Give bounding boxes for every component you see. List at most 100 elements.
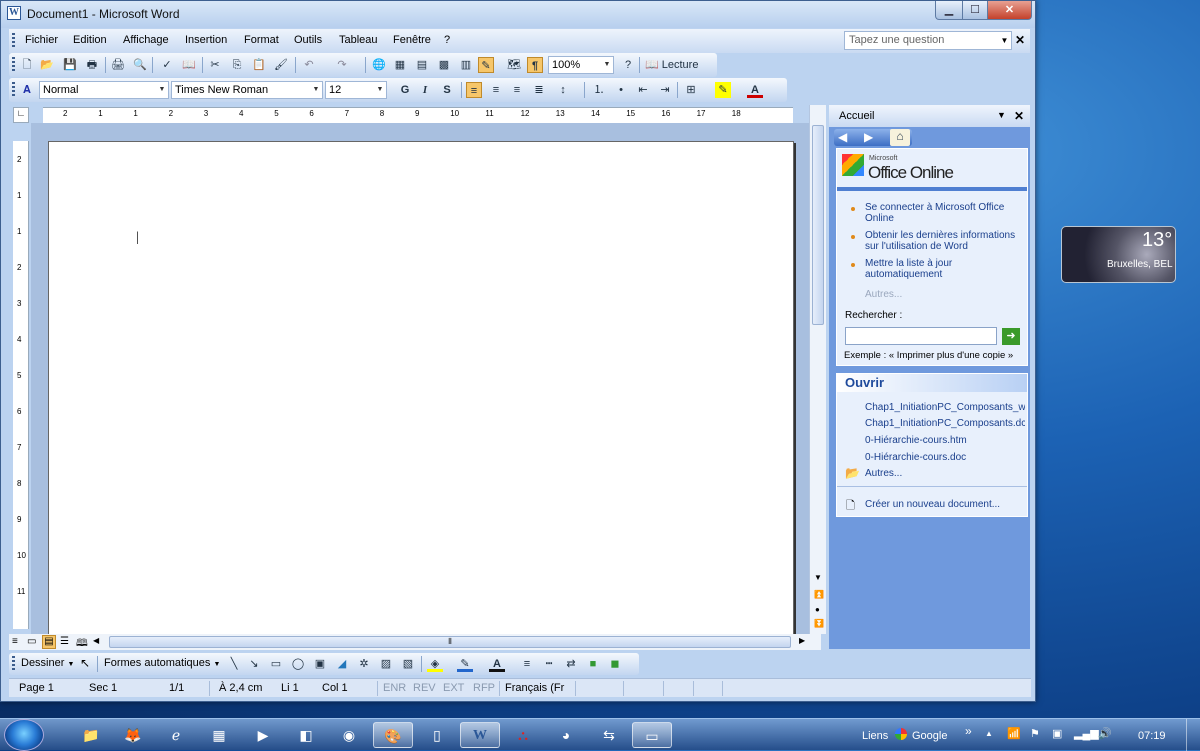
google-link[interactable]: Google	[912, 730, 947, 742]
link-update-list[interactable]: Mettre la liste à jour automatiquement	[865, 258, 1025, 280]
minimize-button[interactable]: ▁	[935, 1, 963, 20]
clipart-icon[interactable]: ▨	[378, 656, 394, 672]
menu-edition[interactable]: Edition	[73, 34, 107, 46]
font-size-select[interactable]: 12 ▼	[325, 81, 387, 99]
spelling-icon[interactable]: ✓	[159, 57, 175, 73]
search-go-icon[interactable]: ➜	[1002, 328, 1020, 345]
cut-icon[interactable]: ✂	[207, 57, 223, 73]
pane-menu-icon[interactable]: ▼	[997, 110, 1006, 120]
document-page[interactable]	[48, 141, 794, 636]
help-icon[interactable]: ?	[620, 57, 636, 73]
scroll-down-icon[interactable]: ▼	[814, 573, 822, 582]
explorer-icon[interactable]: 📁	[78, 722, 104, 748]
menu-outils[interactable]: Outils	[294, 34, 322, 46]
normal-view-icon[interactable]: ≡	[12, 636, 18, 647]
print-layout-icon[interactable]: ▤	[42, 635, 56, 649]
app-window-icon[interactable]: ▭	[632, 722, 672, 748]
redo-icon[interactable]: ↷	[334, 57, 350, 73]
help-dropdown-icon[interactable]: ▼	[998, 32, 1011, 49]
forward-icon[interactable]: ▶	[864, 130, 873, 144]
font-color-icon[interactable]: A	[489, 656, 505, 672]
bullets-icon[interactable]: •	[613, 82, 629, 98]
document-map-icon[interactable]: 🗺	[506, 57, 522, 73]
wordart-icon[interactable]: ◢	[334, 656, 350, 672]
start-button[interactable]	[4, 719, 44, 751]
decrease-indent-icon[interactable]: ⇤	[635, 82, 651, 98]
undo-icon[interactable]: ↶	[301, 57, 317, 73]
arrow-style-icon[interactable]: ⇄	[563, 656, 579, 672]
status-record[interactable]: ENR	[383, 682, 406, 694]
word-taskbar-icon[interactable]: W	[460, 722, 500, 748]
close-document-icon[interactable]: ✕	[1015, 33, 1025, 47]
toolbar-grip[interactable]	[12, 33, 15, 49]
paint-icon[interactable]: 🎨	[373, 722, 413, 748]
signal-icon[interactable]: ▂▄▆	[1074, 727, 1099, 740]
volume-icon[interactable]: 🔊	[1098, 727, 1112, 740]
web-view-icon[interactable]: ▭	[27, 636, 36, 647]
tab-selector[interactable]: ∟	[13, 107, 29, 123]
next-page-icon[interactable]: ⏬	[814, 619, 824, 628]
search-input[interactable]	[845, 327, 997, 345]
tables-borders-icon[interactable]: ▦	[392, 57, 408, 73]
toolbar-grip[interactable]	[12, 656, 15, 672]
drawing-icon[interactable]: ✎	[478, 57, 494, 73]
scroll-thumb[interactable]	[812, 125, 824, 325]
title-bar[interactable]: W Document1 - Microsoft Word ▁ ☐ ✕	[1, 1, 1035, 28]
open-more-link[interactable]: Autres...	[865, 468, 902, 479]
style-select[interactable]: Normal ▼	[39, 81, 169, 99]
menu-insertion[interactable]: Insertion	[185, 34, 227, 46]
insert-table-icon[interactable]: ▤	[414, 57, 430, 73]
menu-format[interactable]: Format	[244, 34, 279, 46]
status-revisions[interactable]: REV	[413, 682, 436, 694]
media-player-icon[interactable]: ▶	[250, 722, 276, 748]
maximize-button[interactable]: ☐	[962, 1, 988, 20]
notes-icon[interactable]: ▯	[424, 722, 450, 748]
oval-icon[interactable]: ◯	[290, 656, 306, 672]
outline-view-icon[interactable]: ☰	[60, 636, 69, 647]
align-right-icon[interactable]: ≡	[509, 82, 525, 98]
justify-icon[interactable]: ≣	[531, 82, 547, 98]
draw-menu[interactable]: Dessiner ▼	[21, 657, 74, 669]
columns-icon[interactable]: ▥	[458, 57, 474, 73]
picture-icon[interactable]: ▧	[400, 656, 416, 672]
pane-close-icon[interactable]: ✕	[1014, 109, 1024, 123]
paste-icon[interactable]: 📋	[251, 57, 267, 73]
read-mode-button[interactable]: 📖 Lecture	[645, 57, 705, 73]
font-color-icon[interactable]: A	[747, 82, 763, 98]
status-extend[interactable]: EXT	[443, 682, 464, 694]
select-pointer-icon[interactable]: ↖	[80, 656, 90, 670]
menu-help[interactable]: ?	[444, 34, 450, 46]
status-overtype[interactable]: RFP	[473, 682, 495, 694]
acrobat-icon[interactable]: ⛬	[510, 722, 536, 748]
previous-page-icon[interactable]: ⏫	[814, 590, 824, 599]
diagram-icon[interactable]: ✲	[356, 656, 372, 672]
home-icon[interactable]: ⌂	[890, 129, 910, 146]
line-style-icon[interactable]: ≡	[519, 656, 535, 672]
shadow-button[interactable]: S	[439, 82, 455, 98]
format-painter-icon[interactable]: 🖌	[273, 57, 289, 73]
action-center-icon[interactable]: ⚑	[1030, 727, 1040, 740]
borders-icon[interactable]: ⊞	[683, 82, 699, 98]
link-connect-office[interactable]: Se connecter à Microsoft Office Online	[865, 202, 1025, 224]
font-select[interactable]: Times New Roman ▼	[171, 81, 323, 99]
app-icon[interactable]: ◧	[293, 722, 319, 748]
text-box-icon[interactable]: ▣	[312, 656, 328, 672]
app-icon[interactable]: ◕	[553, 722, 579, 748]
rectangle-icon[interactable]: ▭	[268, 656, 284, 672]
styles-icon[interactable]: 𝐀	[19, 82, 35, 98]
clock[interactable]: 07:19	[1138, 730, 1166, 742]
italic-button[interactable]: I	[417, 82, 433, 98]
bold-button[interactable]: G	[397, 82, 413, 98]
weather-gadget[interactable]: 13° Bruxelles, BEL	[1061, 226, 1176, 283]
menu-fenetre[interactable]: Fenêtre	[393, 34, 431, 46]
line-spacing-icon[interactable]: ↕	[555, 82, 571, 98]
insert-excel-icon[interactable]: ▩	[436, 57, 452, 73]
line-icon[interactable]: ╲	[226, 656, 242, 672]
permission-icon[interactable]: 🖶	[84, 57, 100, 73]
print-preview-icon[interactable]: 🔍	[132, 57, 148, 73]
help-question-input[interactable]: Tapez une question	[844, 31, 1012, 50]
3d-style-icon[interactable]: ◼	[607, 656, 623, 672]
media-icon[interactable]: ▦	[206, 722, 232, 748]
app-icon[interactable]: ⇆	[596, 722, 622, 748]
open-folder-icon[interactable]: 📂	[39, 57, 55, 73]
